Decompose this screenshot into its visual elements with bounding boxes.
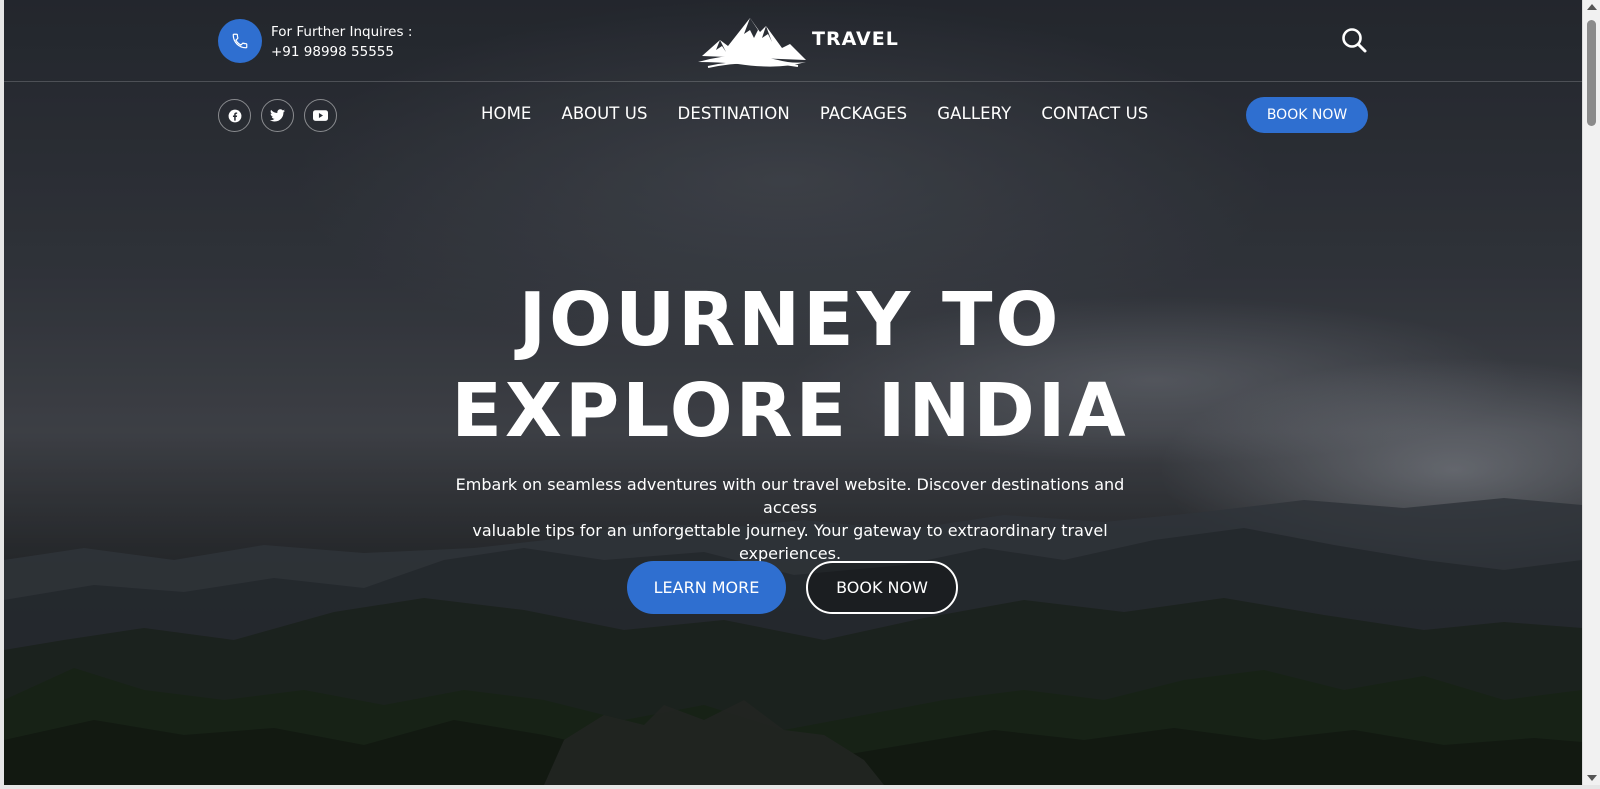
nav-packages[interactable]: PACKAGES [820, 104, 907, 128]
hero-description: Embark on seamless adventures with our t… [430, 473, 1150, 565]
search-icon[interactable] [1340, 26, 1368, 54]
facebook-icon [228, 109, 241, 122]
facebook-button[interactable] [218, 99, 251, 132]
nav-destination[interactable]: DESTINATION [678, 104, 790, 128]
youtube-icon [313, 110, 328, 121]
main-nav: HOME ABOUT US DESTINATION PACKAGES GALLE… [481, 104, 1148, 128]
header-divider [4, 81, 1582, 82]
window-frame-left [0, 0, 4, 789]
twitter-icon [270, 109, 285, 122]
hero-description-line-1: Embark on seamless adventures with our t… [455, 475, 1125, 517]
youtube-button[interactable] [304, 99, 337, 132]
scroll-thumb[interactable] [1587, 20, 1596, 126]
inquiry-label: For Further Inquires : [271, 24, 413, 40]
phone-icon [232, 33, 248, 49]
vertical-scrollbar[interactable] [1582, 0, 1600, 785]
hero-title-line-2: EXPLORE INDIA [451, 368, 1129, 454]
nav-gallery[interactable]: GALLERY [937, 104, 1011, 128]
window-frame-bottom [0, 785, 1600, 789]
hero-title-line-1: JOURNEY TO [518, 277, 1062, 363]
hero-description-line-2: valuable tips for an unforgettable journ… [472, 521, 1108, 563]
hero-book-now-button[interactable]: BOOK NOW [806, 561, 958, 614]
twitter-button[interactable] [261, 99, 294, 132]
header-book-now-button[interactable]: BOOK NOW [1246, 97, 1368, 133]
nav-about-us[interactable]: ABOUT US [561, 104, 647, 128]
scroll-down-arrow-icon[interactable] [1587, 775, 1597, 781]
scroll-up-arrow-icon[interactable] [1587, 4, 1597, 10]
brand-name[interactable]: TRAVEL [812, 28, 899, 50]
phone-number[interactable]: +91 98998 55555 [271, 42, 412, 62]
nav-home[interactable]: HOME [481, 104, 531, 128]
page: For Further Inquires : +91 98998 55555 T… [0, 0, 1600, 789]
phone-button[interactable] [218, 19, 262, 63]
learn-more-button[interactable]: LEARN MORE [627, 561, 786, 614]
nav-contact-us[interactable]: CONTACT US [1041, 104, 1148, 128]
contact-info: For Further Inquires : +91 98998 55555 [271, 22, 412, 62]
